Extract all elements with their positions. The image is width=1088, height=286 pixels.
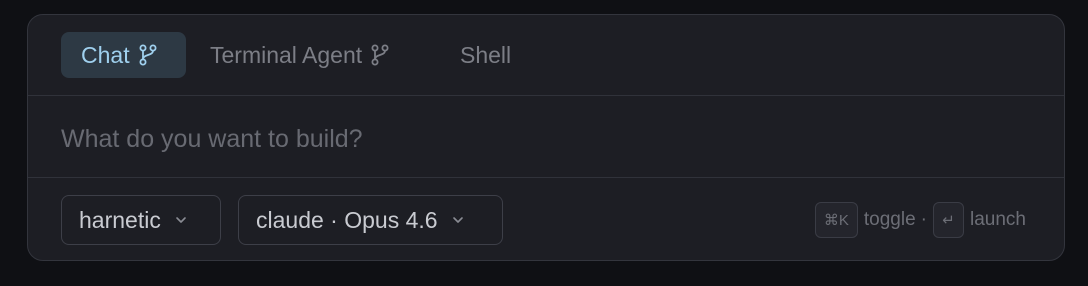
composer-footer: harnetic claude · Opus 4.6 ⌘K toggle · ↵…	[28, 179, 1064, 260]
tab-shell-label: Shell	[460, 41, 512, 68]
hint-separator: ·	[920, 209, 927, 230]
model-select-value: claude · Opus 4.6	[256, 206, 438, 233]
tab-chat[interactable]: Chat	[61, 32, 186, 78]
chevron-down-icon	[175, 216, 187, 224]
tab-chat-label: Chat	[81, 41, 130, 68]
tab-terminal-agent[interactable]: Terminal Agent	[210, 32, 390, 78]
workspace-select-value: harnetic	[79, 206, 161, 233]
tab-shell[interactable]: Shell	[460, 32, 511, 78]
chevron-down-icon	[452, 216, 464, 224]
git-branch-icon	[138, 44, 158, 66]
prompt-input[interactable]	[61, 119, 1021, 159]
mode-tabs: Chat Terminal Agent Shell	[28, 15, 1064, 96]
composer-panel: Chat Terminal Agent Shell What do you wa…	[27, 14, 1065, 261]
prompt-area	[28, 97, 1064, 178]
keyboard-hints: ⌘K toggle · ↵ launch	[814, 201, 1031, 239]
git-branch-icon	[370, 44, 390, 66]
cmd-k-key: ⌘K	[814, 202, 858, 238]
launch-hint-label: launch	[970, 209, 1026, 230]
model-select[interactable]: claude · Opus 4.6	[238, 195, 503, 245]
enter-key: ↵	[933, 202, 964, 238]
tab-terminal-agent-label: Terminal Agent	[210, 41, 363, 68]
workspace-select[interactable]: harnetic	[61, 195, 221, 245]
toggle-hint-label: toggle	[863, 209, 916, 230]
